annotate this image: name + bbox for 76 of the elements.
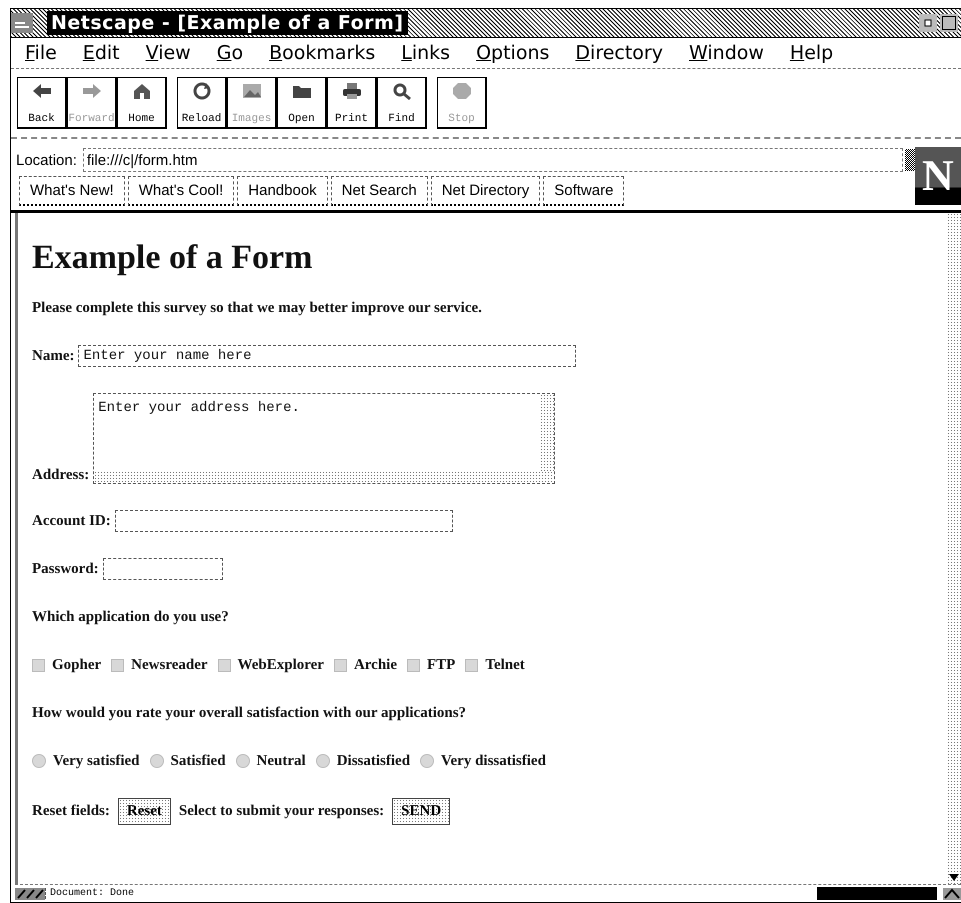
reset-label: Reset fields: xyxy=(32,803,110,820)
checkbox[interactable] xyxy=(32,658,45,672)
checkbox-label: Gopher xyxy=(52,656,102,674)
window-menu-icon[interactable] xyxy=(11,12,33,33)
reset-button[interactable]: Reset xyxy=(118,798,171,826)
reload-icon xyxy=(190,82,212,100)
directory-button[interactable]: What's New! xyxy=(19,176,125,206)
octagon-icon xyxy=(450,82,472,100)
directory-button[interactable]: Net Search xyxy=(330,176,428,206)
printer-icon xyxy=(340,82,362,100)
menu-item[interactable]: Directory xyxy=(575,42,663,64)
checkbox[interactable] xyxy=(111,658,124,672)
menu-item[interactable]: Options xyxy=(476,42,550,64)
checkbox[interactable] xyxy=(334,658,347,672)
menu-item[interactable]: Window xyxy=(689,42,764,64)
field-label: Account ID: xyxy=(32,512,111,530)
checkbox[interactable] xyxy=(218,658,231,672)
radio-button[interactable] xyxy=(420,754,434,768)
location-field[interactable]: file:///c|/form.htm xyxy=(82,148,903,172)
page-heading: Example of a Form xyxy=(32,239,314,278)
left-arrow-icon xyxy=(30,82,52,100)
menu-item[interactable]: Help xyxy=(790,42,834,64)
field-label: Address: xyxy=(32,467,90,484)
radio-button[interactable] xyxy=(316,754,330,768)
image-icon xyxy=(240,82,262,100)
radio-label: Very dissatisfied xyxy=(441,752,546,770)
checkbox[interactable] xyxy=(406,658,420,672)
directory-button[interactable]: Handbook xyxy=(237,176,328,206)
magnifier-icon xyxy=(390,82,412,100)
directory-button[interactable]: Net Directory xyxy=(430,176,540,206)
input-field[interactable] xyxy=(102,558,223,580)
checkbox-label: FTP xyxy=(426,656,456,674)
logo: N xyxy=(914,146,961,205)
toolbar-button[interactable]: Back xyxy=(17,76,67,129)
toolbar-button[interactable]: Find xyxy=(377,76,427,129)
toolbar-button[interactable]: Home xyxy=(117,76,167,129)
toolbar-button[interactable]: Print xyxy=(327,76,377,129)
dropdown-handle[interactable] xyxy=(904,149,915,172)
menu-item[interactable]: Links xyxy=(401,42,450,64)
window-title: Netscape - [Example of a Form] xyxy=(47,10,408,35)
menu-item[interactable]: View xyxy=(146,42,191,64)
directory-button[interactable]: Software xyxy=(543,176,624,206)
minimize-icon[interactable] xyxy=(919,14,937,32)
right-arrow-icon xyxy=(80,82,102,100)
menu-item[interactable]: File xyxy=(25,42,57,64)
submit-label: Select to submit your responses: xyxy=(178,803,384,820)
checkbox-label: Telnet xyxy=(485,656,525,674)
intro-text: Please complete this survey so that we may better improve our service. xyxy=(32,300,482,317)
question-text: Which application do you use? xyxy=(32,608,229,626)
field-label: Password: xyxy=(32,560,99,578)
location-label: Location: xyxy=(16,152,77,169)
input-field[interactable]: Enter your name here xyxy=(78,345,576,368)
toolbar-button[interactable]: Reload xyxy=(177,76,227,129)
address-field[interactable]: Enter your address here. xyxy=(93,393,556,484)
toolbar-button[interactable]: Open xyxy=(277,76,327,129)
send-button[interactable]: SEND xyxy=(392,798,450,826)
maximize-icon[interactable] xyxy=(940,14,958,32)
checkbox[interactable] xyxy=(465,658,478,672)
menu-item[interactable]: Bookmarks xyxy=(269,42,376,64)
radio-button[interactable] xyxy=(150,754,164,768)
radio-button[interactable] xyxy=(32,754,46,768)
radio-button[interactable] xyxy=(236,754,250,768)
checkbox-label: WebExplorer xyxy=(238,656,324,674)
question-text: How would you rate your overall satisfaction with our applications? xyxy=(32,704,466,722)
checkbox-label: Archie xyxy=(354,656,397,674)
menu-item[interactable]: Edit xyxy=(82,42,120,64)
radio-label: Very satisfied xyxy=(53,752,140,770)
scrollbar[interactable] xyxy=(947,213,961,884)
menu-item[interactable]: Go xyxy=(216,42,244,64)
field-label: Name: xyxy=(32,348,74,365)
radio-label: Satisfied xyxy=(170,752,226,770)
radio-label: Neutral xyxy=(256,752,306,770)
checkbox-label: Newsreader xyxy=(131,656,208,674)
directory-button[interactable]: What's Cool! xyxy=(128,176,234,206)
radio-label: Dissatisfied xyxy=(336,752,410,770)
input-field[interactable] xyxy=(114,510,453,532)
